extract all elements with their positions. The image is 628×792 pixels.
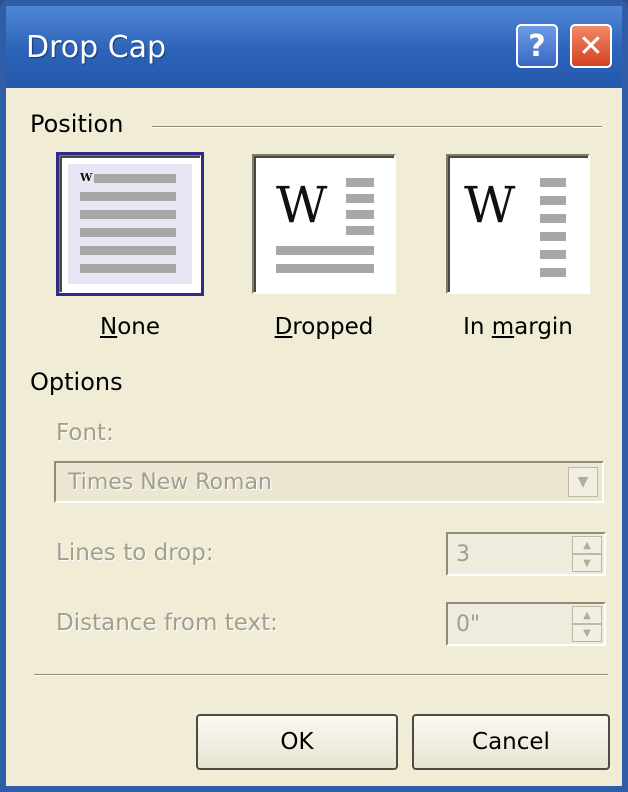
preview-line [80, 228, 176, 237]
spin-up-icon[interactable]: ▲ [572, 606, 602, 624]
dropped-label-rest: ropped [292, 314, 374, 340]
preview-line [94, 174, 176, 183]
distance-from-text-label: Distance from text: [56, 610, 278, 636]
preview-line [540, 178, 566, 187]
preview-line [80, 192, 176, 201]
none-preview: W [68, 164, 192, 284]
lines-to-drop-label: Lines to drop: [56, 540, 214, 566]
dropped-label[interactable]: Dropped [252, 314, 396, 340]
preview-letter: W [80, 171, 93, 184]
font-select[interactable]: Times New Roman ▼ [54, 461, 604, 503]
close-button[interactable]: ✕ [570, 24, 612, 68]
position-dropped-option[interactable]: W [252, 154, 396, 294]
drop-cap-dialog: Drop Cap ? ✕ Position W W W None Dropped… [0, 0, 628, 792]
preview-line [540, 196, 566, 205]
none-label-rest: one [117, 314, 161, 340]
in-margin-mnemonic: m [491, 314, 515, 340]
preview-drop-cap: W [464, 176, 516, 234]
font-label: Font: [56, 420, 114, 446]
in-margin-preview: W [456, 164, 580, 284]
cancel-button[interactable]: Cancel [412, 714, 610, 770]
spin-up-icon[interactable]: ▲ [572, 536, 602, 554]
lines-spin-buttons: ▲ ▼ [572, 536, 602, 572]
dialog-title: Drop Cap [26, 30, 167, 65]
lines-to-drop-spinner[interactable]: 3 ▲ ▼ [446, 532, 606, 576]
position-in-margin-option[interactable]: W [446, 154, 590, 294]
dropped-mnemonic: D [274, 314, 293, 340]
button-divider [34, 674, 608, 676]
preview-line [276, 246, 374, 255]
position-group-label: Position [30, 110, 124, 138]
preview-line [346, 178, 374, 187]
help-icon: ? [528, 28, 546, 64]
none-mnemonic: N [99, 314, 118, 340]
none-label[interactable]: None [58, 314, 202, 340]
spin-down-icon[interactable]: ▼ [572, 624, 602, 642]
preview-line [346, 226, 374, 235]
help-button[interactable]: ? [516, 24, 558, 68]
ok-button[interactable]: OK [196, 714, 398, 770]
font-value: Times New Roman [68, 470, 272, 495]
preview-line [540, 214, 566, 223]
distance-spin-buttons: ▲ ▼ [572, 606, 602, 642]
in-margin-label[interactable]: In margin [436, 314, 600, 340]
dropped-preview: W [262, 164, 386, 284]
title-bar[interactable]: Drop Cap ? ✕ [6, 6, 622, 88]
chevron-down-icon[interactable]: ▼ [568, 467, 598, 497]
distance-from-text-spinner[interactable]: 0" ▲ ▼ [446, 602, 606, 646]
preview-line [540, 268, 566, 277]
position-divider [152, 126, 602, 128]
preview-drop-cap: W [276, 176, 328, 234]
in-margin-prefix: In [463, 314, 492, 340]
in-margin-label-rest: argin [514, 314, 573, 340]
preview-line [346, 210, 374, 219]
preview-line [80, 264, 176, 273]
options-group-label: Options [30, 368, 123, 396]
position-none-option[interactable]: W [56, 152, 204, 296]
spin-down-icon[interactable]: ▼ [572, 554, 602, 572]
preview-line [80, 246, 176, 255]
preview-line [80, 210, 176, 219]
close-icon: ✕ [578, 28, 604, 64]
distance-from-text-value: 0" [456, 612, 481, 637]
preview-line [540, 232, 566, 241]
preview-line [276, 264, 374, 273]
preview-line [540, 250, 566, 259]
preview-line [346, 194, 374, 203]
lines-to-drop-value: 3 [456, 542, 470, 567]
